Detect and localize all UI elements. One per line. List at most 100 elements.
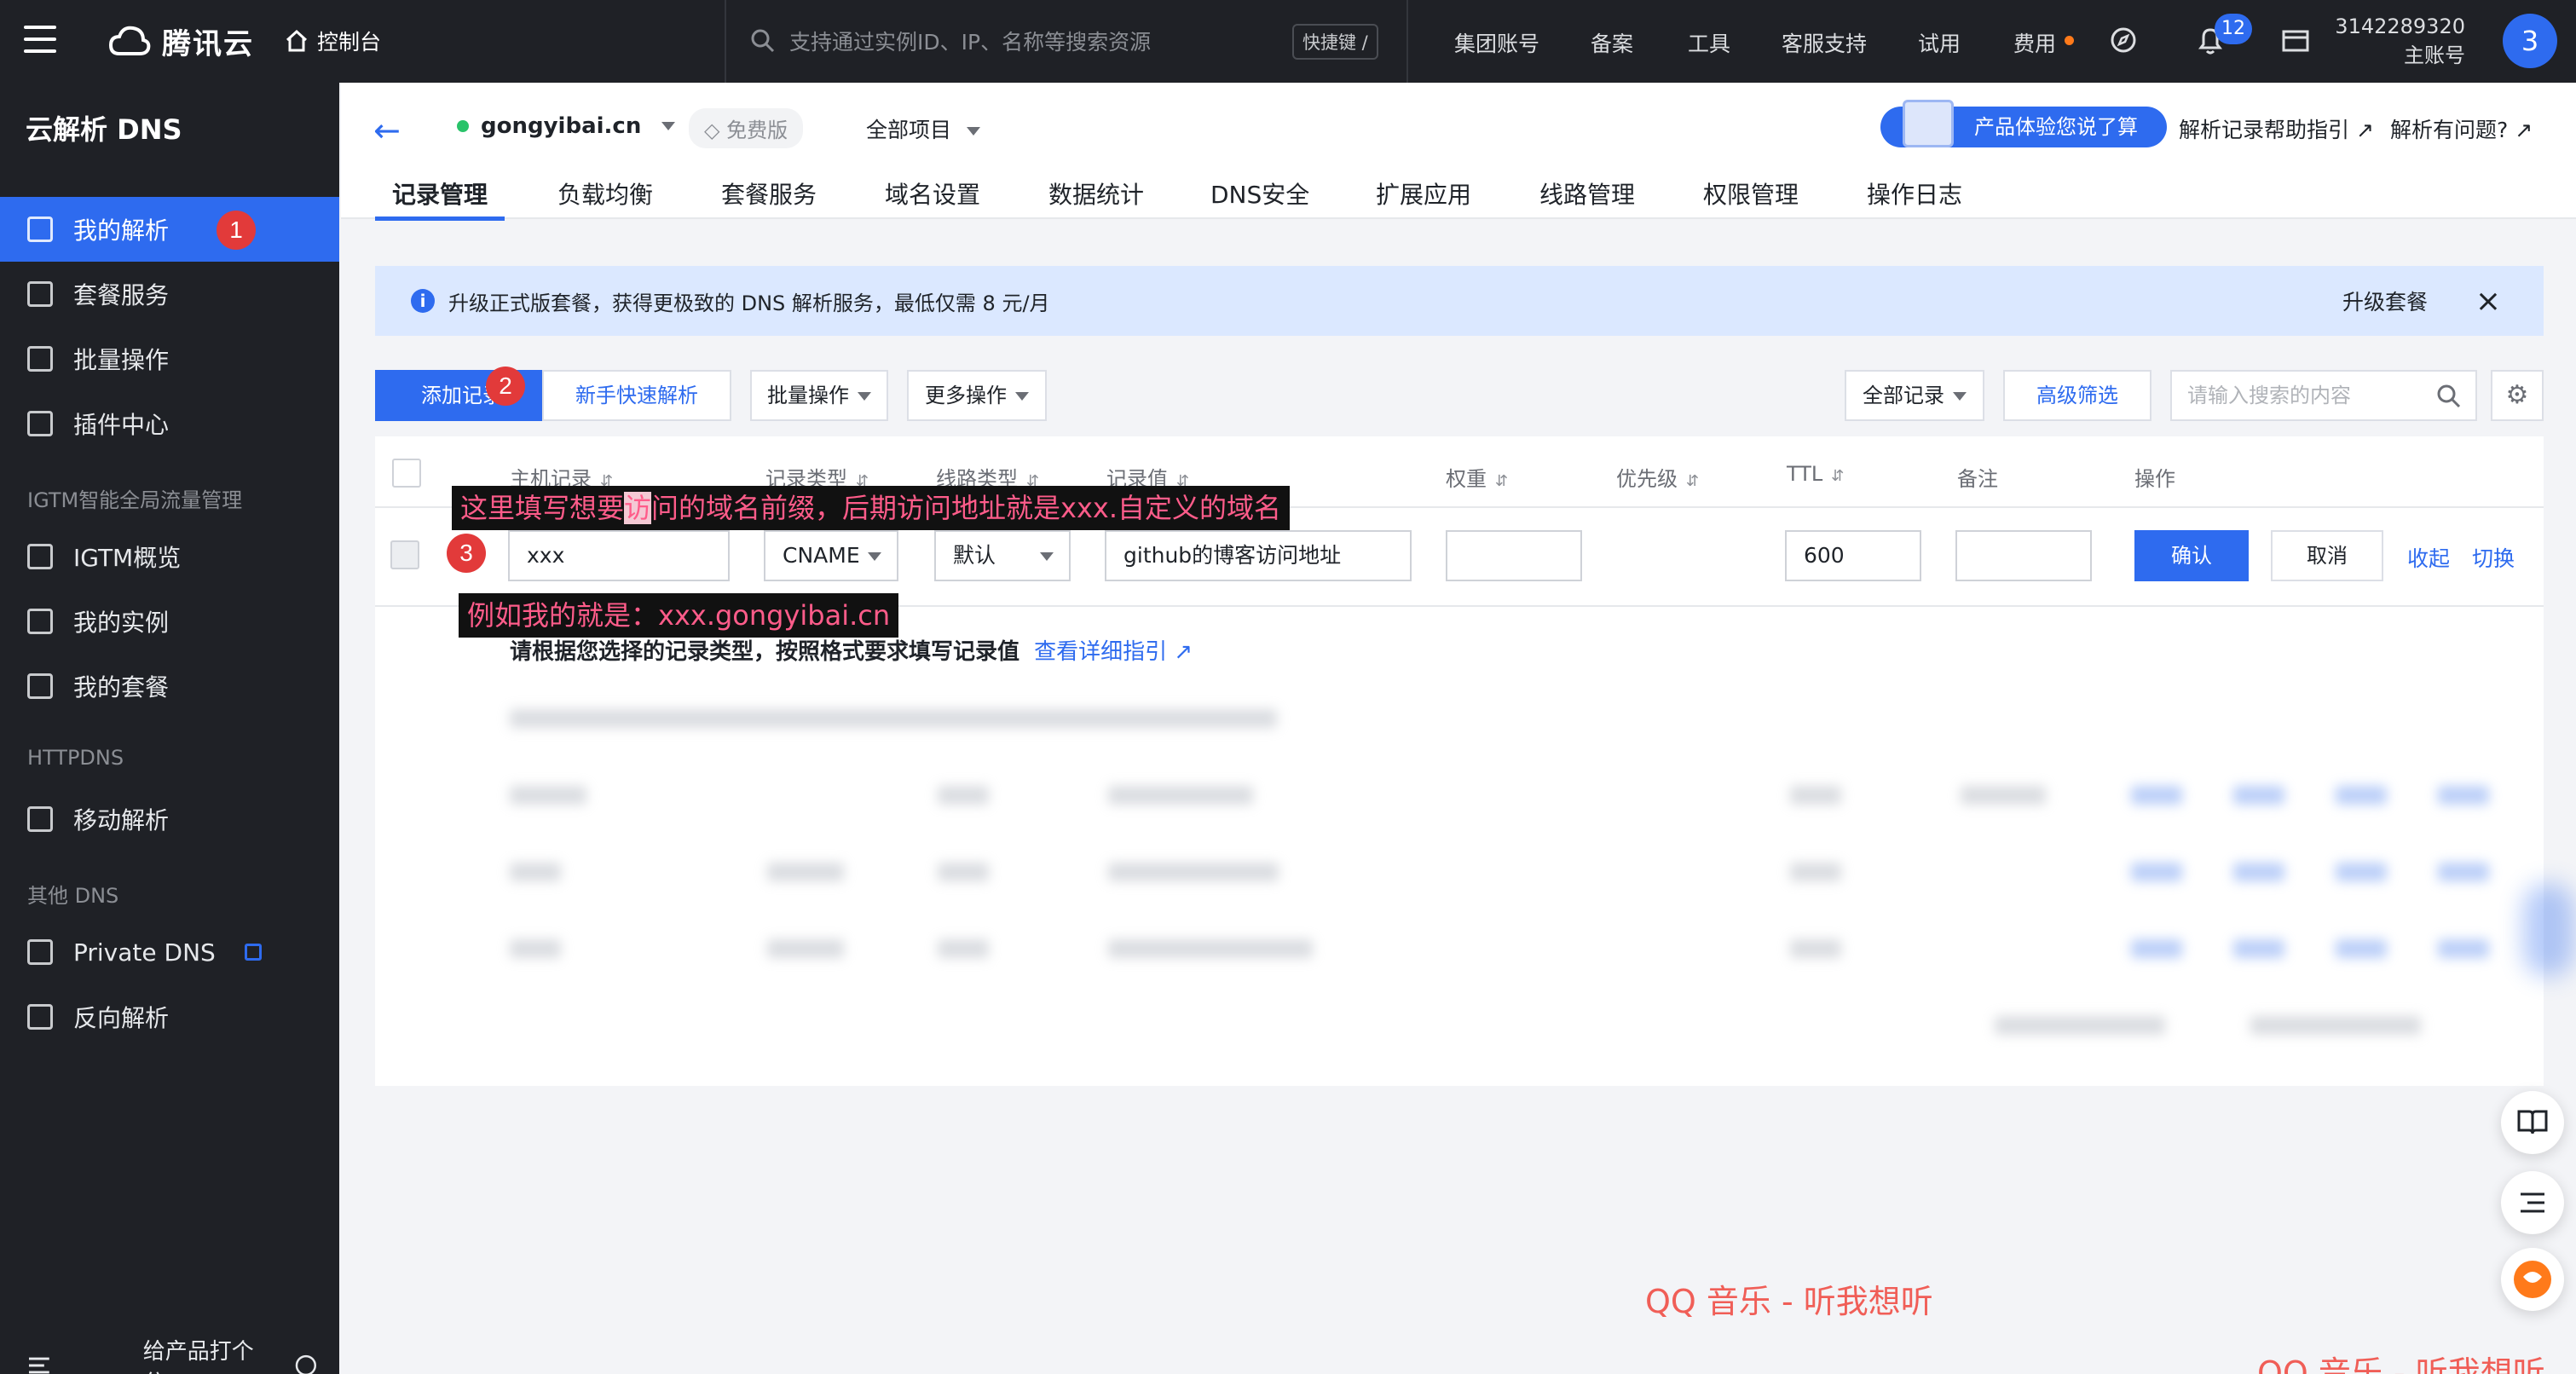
settings-gear-button[interactable]: ⚙	[2491, 370, 2544, 421]
select-all-checkbox[interactable]	[392, 459, 421, 488]
collapse-link[interactable]: 收起	[2407, 542, 2450, 573]
top-bar: 腾讯云 控制台 支持通过实例ID、IP、名称等搜索资源 快捷键 / 集团账号 备…	[0, 0, 2576, 83]
batch-icon	[27, 346, 53, 372]
global-search-input[interactable]: 支持通过实例ID、IP、名称等搜索资源	[750, 26, 1151, 56]
diamond-icon	[27, 939, 53, 965]
nav-icp[interactable]: 备案	[1591, 27, 1633, 58]
sidebar-item-private-dns[interactable]: Private DNS	[0, 920, 339, 984]
record-type-select[interactable]: CNAME	[764, 530, 898, 581]
step-badge-1: 1	[217, 211, 256, 250]
tab-extensions[interactable]: 扩展应用	[1376, 176, 1471, 219]
record-filter-dropdown[interactable]: 全部记录	[1845, 370, 1984, 421]
sidebar-item-reverse-dns[interactable]: 反向解析	[0, 984, 339, 1049]
more-ops-dropdown[interactable]: 更多操作	[907, 370, 1047, 421]
question-link[interactable]: 解析有问题? ↗	[2390, 113, 2533, 144]
column-label: 权重	[1446, 467, 1487, 491]
sidebar-item-batch[interactable]: 批量操作	[0, 326, 339, 391]
remark-input[interactable]	[1955, 530, 2092, 581]
tab-statistics[interactable]: 数据统计	[1048, 176, 1144, 219]
column-label: TTL	[1787, 462, 1823, 486]
sidebar-item-packages[interactable]: 套餐服务	[0, 262, 339, 326]
record-value-input[interactable]: github的博客访问地址	[1105, 530, 1412, 581]
tab-load-balance[interactable]: 负载均衡	[557, 176, 653, 219]
sort-icon: ⇵	[1686, 472, 1700, 490]
diamond-icon: ◇	[704, 118, 720, 142]
chevron-down-icon	[858, 392, 871, 401]
sidebar-item-plugins[interactable]: 插件中心	[0, 391, 339, 456]
sidebar-item-label: 我的解析	[73, 216, 170, 245]
tab-packages[interactable]: 套餐服务	[721, 176, 817, 219]
instance-icon	[27, 609, 53, 634]
upgrade-plan-link[interactable]: 升级套餐	[2342, 286, 2428, 316]
confirm-button[interactable]: 确认	[2134, 530, 2249, 581]
row-checkbox[interactable]	[390, 540, 419, 569]
project-label: 全部项目	[866, 118, 952, 142]
quick-setup-button[interactable]: 新手快速解析	[542, 370, 731, 421]
list-icon	[27, 673, 53, 699]
detail-guide-link[interactable]: 查看详细指引 ↗	[1034, 639, 1193, 665]
tab-line-management[interactable]: 线路管理	[1539, 176, 1635, 219]
sidebar-item-label: 我的套餐	[73, 673, 170, 701]
domain-selector[interactable]: gongyibai.cn	[457, 113, 676, 139]
tab-records[interactable]: 记录管理	[374, 176, 505, 221]
tab-operation-log[interactable]: 操作日志	[1867, 176, 1962, 219]
tab-domain-settings[interactable]: 域名设置	[885, 176, 980, 219]
nav-billing[interactable]: 费用	[2013, 27, 2056, 58]
app-float-button[interactable]	[2501, 1248, 2564, 1311]
line-type-select[interactable]: 默认	[934, 530, 1071, 581]
sidebar-item-my-plans[interactable]: 我的套餐	[0, 654, 339, 719]
collapse-menu-icon[interactable]	[27, 1355, 51, 1374]
search-icon[interactable]	[2436, 384, 2462, 409]
batch-ops-label: 批量操作	[767, 384, 849, 407]
column-header-weight[interactable]: 权重 ⇵	[1446, 462, 1508, 492]
batch-ops-dropdown[interactable]: 批量操作	[750, 370, 888, 421]
sidebar-item-label: 批量操作	[73, 346, 170, 374]
column-header-ttl[interactable]: TTL ⇵	[1787, 462, 1844, 486]
feedback-label: 产品体验您说了算	[1974, 115, 2138, 139]
nav-trial[interactable]: 试用	[1918, 27, 1961, 58]
switch-link[interactable]: 切换	[2472, 542, 2515, 573]
docs-float-button[interactable]	[2501, 1091, 2564, 1154]
brand-logo[interactable]: 腾讯云	[107, 20, 254, 62]
rate-product-link[interactable]: 给产品打个分	[143, 1334, 275, 1374]
search-icon	[751, 29, 775, 53]
column-header-priority[interactable]: 优先级 ⇵	[1616, 462, 1699, 492]
home-icon	[286, 29, 308, 52]
weight-input[interactable]	[1446, 530, 1582, 581]
blurred-float-element	[2523, 883, 2574, 977]
nav-support[interactable]: 客服支持	[1782, 27, 1867, 58]
tab-permissions[interactable]: 权限管理	[1703, 176, 1799, 219]
global-search-placeholder: 支持通过实例ID、IP、名称等搜索资源	[789, 30, 1152, 55]
host-record-input[interactable]: xxx	[508, 530, 730, 581]
ttl-input[interactable]: 600	[1785, 530, 1921, 581]
sidebar-footer[interactable]: 给产品打个分	[27, 1334, 317, 1374]
back-arrow-icon[interactable]: ←	[373, 112, 401, 149]
sidebar-item-my-dns[interactable]: 我的解析	[0, 197, 339, 262]
cancel-button[interactable]: 取消	[2271, 530, 2383, 581]
help-guide-link[interactable]: 解析记录帮助指引 ↗	[2179, 113, 2374, 144]
nav-group-account[interactable]: 集团账号	[1454, 27, 1539, 58]
hamburger-menu-icon[interactable]	[24, 26, 56, 53]
toc-float-button[interactable]	[2501, 1171, 2564, 1234]
record-search-input[interactable]: 请输入搜索的内容	[2170, 370, 2477, 421]
info-icon: i	[411, 289, 435, 313]
sidebar-item-mobile-dns[interactable]: 移动解析	[0, 787, 339, 852]
cloud-logo-icon	[108, 26, 151, 55]
account-info[interactable]: 3142289320 主账号	[2335, 12, 2465, 70]
feedback-button[interactable]: 产品体验您说了算	[1880, 100, 2167, 147]
nav-tools[interactable]: 工具	[1688, 27, 1730, 58]
avatar[interactable]: 3	[2503, 14, 2557, 68]
close-icon[interactable]: ×	[2475, 284, 2501, 319]
cart-icon[interactable]	[2281, 27, 2310, 55]
sidebar-item-igtm-overview[interactable]: IGTM概览	[0, 524, 339, 589]
annotation-example: 例如我的就是：xxx.gongyibai.cn	[459, 593, 899, 638]
tab-dns-security[interactable]: DNS安全	[1210, 176, 1309, 219]
sidebar-item-my-instances[interactable]: 我的实例	[0, 589, 339, 654]
console-link[interactable]: 控制台	[285, 26, 381, 56]
project-selector[interactable]: 全部项目	[866, 113, 980, 144]
chevron-down-icon	[661, 122, 676, 130]
advanced-filter-button[interactable]: 高级筛选	[2003, 370, 2151, 421]
document-icon	[1903, 100, 1954, 147]
compass-icon[interactable]	[2109, 26, 2138, 55]
divider	[1406, 0, 1408, 83]
